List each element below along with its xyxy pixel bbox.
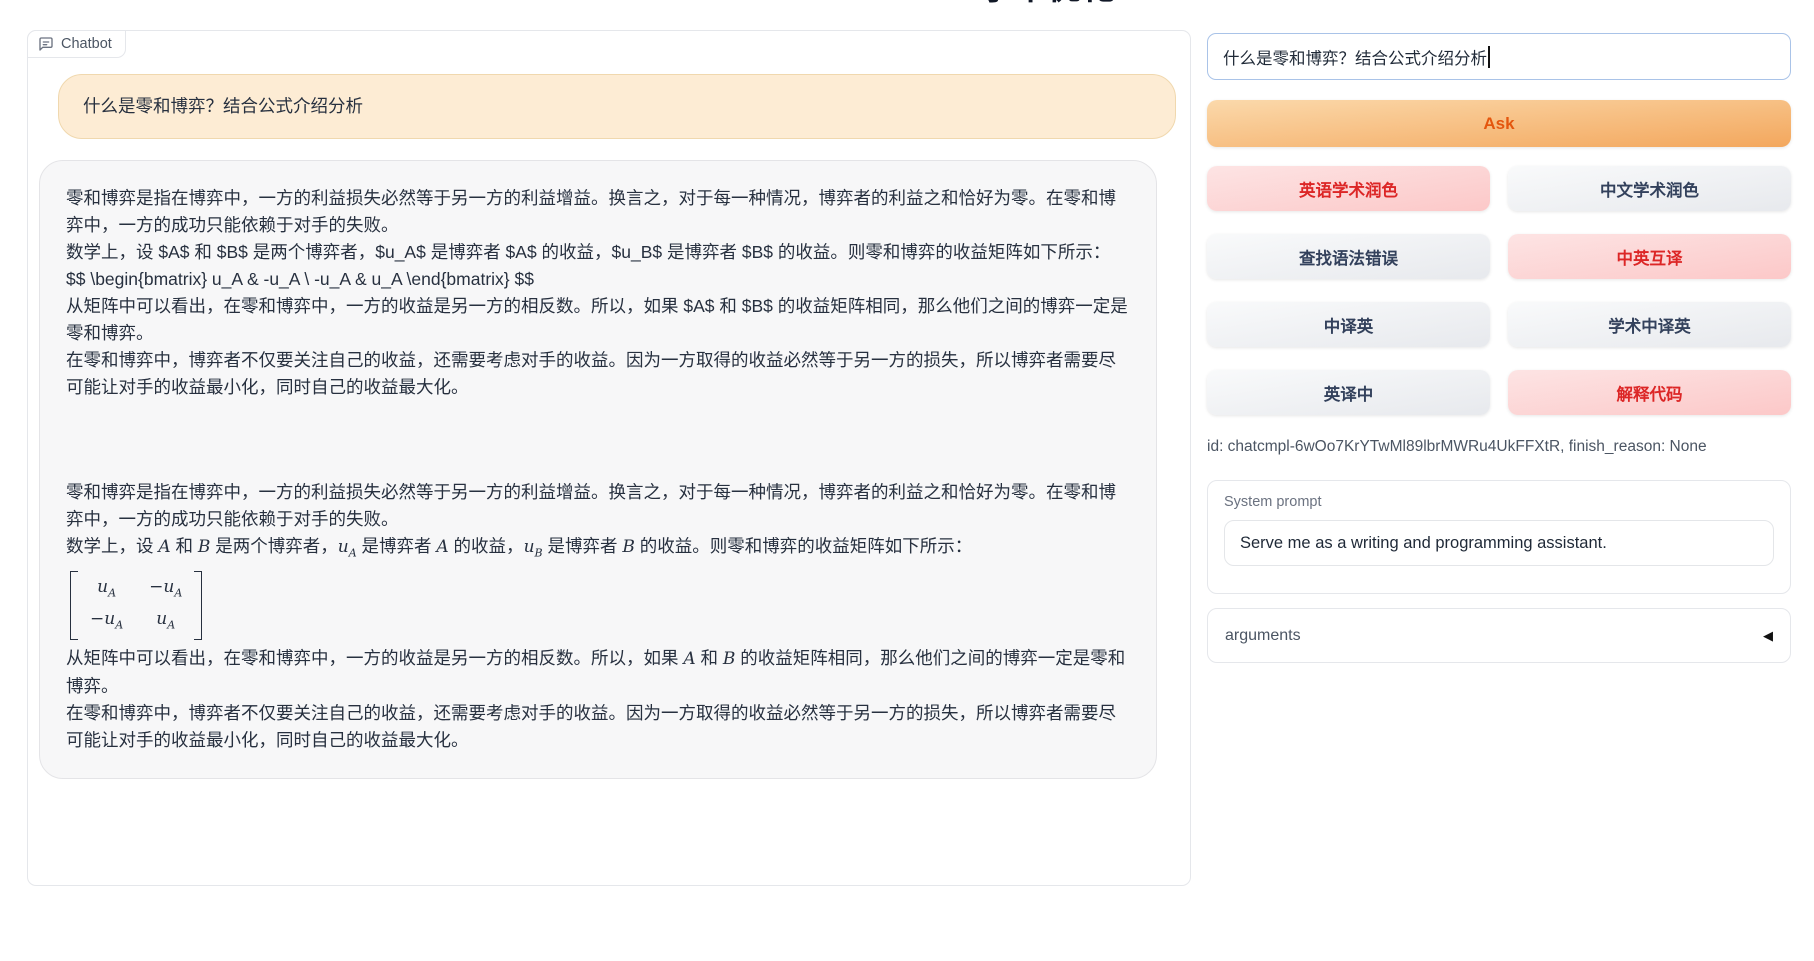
math-variable: B: [622, 537, 635, 557]
matrix-cell: uA: [149, 606, 182, 637]
bot-paragraph: 零和博弈是指在博弈中，一方的利益损失必然等于另一方的利益增益。换言之，对于每一种…: [66, 479, 1130, 533]
chatbot-label-tab: Chatbot: [27, 30, 126, 58]
ask-button[interactable]: Ask: [1207, 100, 1791, 147]
math-variable: uA: [338, 537, 357, 557]
bot-paragraph: 零和博弈是指在博弈中，一方的利益损失必然等于另一方的利益增益。换言之，对于每一种…: [66, 185, 1130, 239]
system-prompt-panel: System prompt Serve me as a writing and …: [1207, 480, 1791, 594]
completion-status-text: id: chatcmpl-6wOo7KrYTwMl89lbrMWRu4UkFFX…: [1207, 438, 1791, 456]
bot-message-bubble: 零和博弈是指在博弈中，一方的利益损失必然等于另一方的利益增益。换言之，对于每一种…: [39, 160, 1157, 779]
chatbot-label: Chatbot: [61, 36, 112, 52]
accordion-collapsed-icon: ◀: [1763, 628, 1773, 644]
function-button[interactable]: 英语学术润色: [1207, 166, 1490, 211]
bot-rendered-math-block: 零和博弈是指在博弈中，一方的利益损失必然等于另一方的利益增益。换言之，对于每一种…: [66, 479, 1130, 754]
math-variable: uA: [156, 609, 175, 629]
bot-raw-latex-formula: $$ \begin{bmatrix} u_A & -u_A \ -u_A & u…: [66, 266, 1130, 293]
question-input[interactable]: 什么是零和博弈？结合公式介绍分析: [1207, 33, 1791, 80]
accordion-label: arguments: [1225, 627, 1301, 645]
function-button[interactable]: 学术中译英: [1508, 302, 1791, 347]
app-window: ChatGPT 学术优化 Chatbot 什么是零和博弈？结合公式介绍分析 零和…: [0, 0, 1814, 961]
matrix-left-bracket: [70, 571, 78, 640]
clipped-page-title: ChatGPT 学术优化: [820, 0, 1120, 9]
function-button-grid: 英语学术润色中文学术润色查找语法错误中英互译中译英学术中译英英译中解释代码: [1207, 166, 1791, 415]
bot-paragraph-with-math: 数学上，设 A 和 B 是两个博弈者，uA 是博弈者 A 的收益，uB 是博弈者…: [66, 533, 1130, 566]
math-variable: A: [158, 537, 170, 557]
user-message-text: 什么是零和博弈？结合公式介绍分析: [83, 93, 1151, 120]
text-cursor: [1488, 46, 1490, 68]
bot-paragraph-with-math: 从矩阵中可以看出，在零和博弈中，一方的收益是另一方的相反数。所以，如果 A 和 …: [66, 645, 1130, 700]
chatbot-panel: Chatbot 什么是零和博弈？结合公式介绍分析 零和博弈是指在博弈中，一方的利…: [27, 30, 1191, 886]
chat-bubble-icon: [38, 36, 54, 52]
system-prompt-label: System prompt: [1224, 494, 1774, 510]
system-prompt-input[interactable]: Serve me as a writing and programming as…: [1224, 520, 1774, 566]
bot-paragraph: 在零和博弈中，博弈者不仅要关注自己的收益，还需要考虑对手的收益。因为一方取得的收…: [66, 700, 1130, 754]
math-variable: uB: [524, 537, 543, 557]
math-variable: B: [198, 537, 211, 557]
bot-raw-latex-block: 零和博弈是指在博弈中，一方的利益损失必然等于另一方的利益增益。换言之，对于每一种…: [66, 185, 1130, 401]
question-input-value: 什么是零和博弈？结合公式介绍分析: [1223, 45, 1487, 69]
matrix-right-bracket: [194, 571, 202, 640]
function-button[interactable]: 中译英: [1207, 302, 1490, 347]
function-button[interactable]: 英译中: [1207, 370, 1490, 415]
bot-paragraph: 在零和博弈中，博弈者不仅要关注自己的收益，还需要考虑对手的收益。因为一方取得的收…: [66, 347, 1130, 401]
math-variable: B: [723, 649, 736, 669]
function-button[interactable]: 查找语法错误: [1207, 234, 1490, 279]
math-variable: −uA: [149, 577, 182, 597]
matrix-cell: −uA: [90, 606, 123, 637]
math-variable: uA: [97, 577, 116, 597]
payoff-matrix: uA −uA −uA uA: [70, 571, 202, 640]
math-variable: A: [436, 537, 448, 557]
math-variable: A: [683, 649, 695, 669]
bot-paragraph: 从矩阵中可以看出，在零和博弈中，一方的收益是另一方的相反数。所以，如果 $A$ …: [66, 293, 1130, 347]
math-variable: −uA: [90, 609, 123, 629]
arguments-accordion-header[interactable]: arguments ◀: [1207, 608, 1791, 663]
function-button[interactable]: 中文学术润色: [1508, 166, 1791, 211]
bot-paragraph: 数学上，设 $A$ 和 $B$ 是两个博弈者，$u_A$ 是博弈者 $A$ 的收…: [66, 239, 1130, 266]
page-title: ChatGPT 学术优化: [820, 0, 1120, 9]
user-message-bubble: 什么是零和博弈？结合公式介绍分析: [58, 74, 1176, 139]
matrix-cell: −uA: [149, 574, 182, 605]
matrix-cells: uA −uA −uA uA: [78, 571, 194, 640]
matrix-cell: uA: [90, 574, 123, 605]
function-button[interactable]: 解释代码: [1508, 370, 1791, 415]
function-button[interactable]: 中英互译: [1508, 234, 1791, 279]
